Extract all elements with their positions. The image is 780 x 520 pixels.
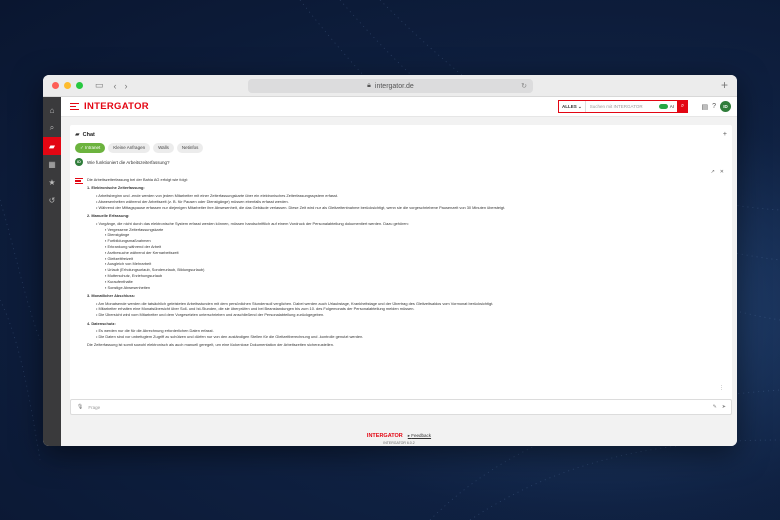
logo-mark-icon — [70, 102, 79, 111]
close-window-button[interactable] — [52, 82, 59, 89]
logo-text: INTERGATOR — [84, 101, 149, 112]
tab-walls[interactable]: Walls — [153, 143, 174, 153]
section-3-list: Am Monatsende werden die tatsächlich gel… — [87, 301, 722, 318]
tab-intranet[interactable]: ✓ Intranet — [75, 143, 106, 153]
forward-arrow-icon[interactable]: › — [125, 81, 128, 91]
answer-body: Die Arbeitszeiterfassung bei der Bahia A… — [87, 177, 722, 348]
chat-input-placeholder: Frage — [88, 404, 101, 410]
answer-outro: Die Zeiterfassung ist somit sowohl elekt… — [87, 341, 334, 347]
section-2-sublist: Vergessene ZeiterfassungskarteDienstgäng… — [87, 227, 722, 291]
clipboard-icon[interactable]: ▤ — [701, 103, 708, 111]
search-scope-select[interactable]: ALLES ⌄ — [559, 101, 586, 112]
browser-window: ▭ ‹ › 🔒︎ intergator.de ↻ + ⌂ ⌕ ▰ ▦ ★ ↺ INTERG… — [43, 75, 737, 446]
search-icon: ⌕ — [49, 123, 55, 132]
list-item: Die Übersicht wird vom Mitarbeiter und d… — [96, 312, 722, 318]
edit-icon[interactable]: ✎ — [713, 404, 717, 410]
close-icon[interactable]: ✕ — [720, 169, 724, 175]
help-icon[interactable]: ? — [712, 103, 716, 110]
search-icon: ⌕ — [680, 103, 685, 109]
microphone-icon[interactable]: 🎙︎ — [77, 404, 83, 410]
section-1-list: Arbeitsbeginn und -ende werden von jedem… — [87, 193, 722, 210]
user-avatar: ID — [75, 158, 83, 166]
avatar[interactable]: ID — [720, 101, 731, 112]
star-icon: ★ — [48, 177, 56, 187]
bot-logo-icon — [75, 177, 83, 348]
header-icons: ▤ ? ID — [701, 101, 731, 112]
new-chat-icon[interactable]: + — [723, 131, 727, 138]
reload-icon[interactable]: ↻ — [521, 82, 527, 90]
section-3-title: 3. Monatlicher Abschluss: — [87, 292, 136, 298]
send-icon[interactable]: ➤ — [722, 404, 726, 410]
address-bar[interactable]: 🔒︎ intergator.de ↻ — [248, 79, 533, 93]
sidebar-item-search[interactable]: ⌕ — [43, 119, 61, 137]
section-2-title: 2. Manuelle Erfassung: — [87, 212, 130, 218]
ai-label: AI — [669, 104, 674, 109]
search-button[interactable]: ⌕ — [677, 100, 688, 113]
answer-tools: ↗ ✕ — [711, 169, 724, 175]
maximize-window-button[interactable] — [76, 82, 83, 89]
url-text: intergator.de — [374, 82, 414, 90]
answer-intro: Die Arbeitszeiterfassung bei der Bahia A… — [87, 177, 188, 182]
sidebar-item-star[interactable]: ★ — [43, 173, 61, 191]
feedback-label: Feedback — [411, 433, 432, 438]
tab-intranet-label: Intranet — [85, 145, 101, 150]
search-input[interactable]: Suchen mit INTERGATOR — [586, 104, 659, 109]
user-question: ID Wie funktioniert die Arbeitszeiterfas… — [70, 153, 732, 166]
minimize-window-button[interactable] — [64, 82, 71, 89]
sidebar: ⌂ ⌕ ▰ ▦ ★ ↺ — [43, 97, 61, 446]
chat-title: Chat — [82, 131, 95, 138]
app-body: ⌂ ⌕ ▰ ▦ ★ ↺ INTERGATOR ALLES ⌄ Suchen mit INT… — [43, 97, 737, 446]
list-item: Sonstige Abwesenheiten — [105, 285, 722, 291]
sidebar-item-home[interactable]: ⌂ — [43, 101, 61, 119]
lock-icon: 🔒︎ — [367, 82, 371, 89]
section-4-list: Es werden nur die für die Abrechnung erf… — [87, 328, 722, 340]
list-item: Während der Mittagspause erfassen nur di… — [96, 205, 722, 211]
tab-netinfos[interactable]: Netinfos — [176, 143, 204, 153]
question-text: Wie funktioniert die Arbeitszeiterfassun… — [87, 159, 170, 165]
external-link-icon[interactable]: ↗ — [711, 169, 715, 175]
back-arrow-icon[interactable]: ‹ — [114, 81, 117, 91]
section-1-title: 1. Elektronische Zeiterfassung: — [87, 185, 145, 191]
intergator-logo[interactable]: INTERGATOR — [70, 101, 149, 112]
version-text: INTERGATOR 6.0.2 — [383, 441, 415, 445]
chat-header: ▰ Chat + — [70, 125, 732, 138]
home-icon: ⌂ — [49, 105, 55, 115]
chat-source-tabs: ✓ Intranet Kleine Anfragen Walls Netinfo… — [70, 138, 732, 153]
chat-input[interactable]: 🎙︎ Frage ✎ ➤ — [70, 399, 732, 415]
window-controls — [52, 82, 83, 89]
sidebar-item-history[interactable]: ↺ — [43, 191, 61, 209]
sidebar-toggle-icon[interactable]: ▭ — [95, 80, 104, 91]
search-bar: ALLES ⌄ Suchen mit INTERGATOR AI ⌕ — [558, 100, 688, 113]
grid-icon: ▦ — [48, 159, 56, 169]
sidebar-item-chat[interactable]: ▰ — [43, 137, 61, 155]
browser-titlebar: ▭ ‹ › 🔒︎ intergator.de ↻ + — [43, 75, 737, 97]
more-options-icon[interactable]: ⋮ — [719, 385, 724, 391]
app-header: INTERGATOR ALLES ⌄ Suchen mit INTERGATOR… — [61, 97, 737, 117]
history-icon: ↺ — [48, 195, 56, 205]
footer-logo: INTERGATOR — [366, 433, 403, 439]
sidebar-item-grid[interactable]: ▦ — [43, 155, 61, 173]
ai-toggle[interactable] — [658, 104, 668, 109]
new-tab-icon[interactable]: + — [721, 78, 728, 92]
chat-card: ▰ Chat + ✓ Intranet Kleine Anfragen Wall… — [70, 125, 732, 407]
app-footer: INTERGATOR ▸ Feedback INTERGATOR 6.0.2 — [61, 433, 737, 445]
chat-icon: ▰ — [48, 141, 56, 151]
bot-answer: Die Arbeitszeiterfassung bei der Bahia A… — [75, 177, 722, 348]
tab-kleine-anfragen[interactable]: Kleine Anfragen — [108, 143, 151, 153]
chat-bubble-icon: ▰ — [75, 132, 80, 138]
main-area: INTERGATOR ALLES ⌄ Suchen mit INTERGATOR… — [61, 97, 737, 446]
feedback-link[interactable]: ▸ Feedback — [408, 433, 431, 439]
search-scope-label: ALLES — [562, 104, 577, 109]
section-4-title: 4. Datenschutz: — [87, 320, 116, 326]
input-tools: ✎ ➤ — [713, 404, 731, 410]
